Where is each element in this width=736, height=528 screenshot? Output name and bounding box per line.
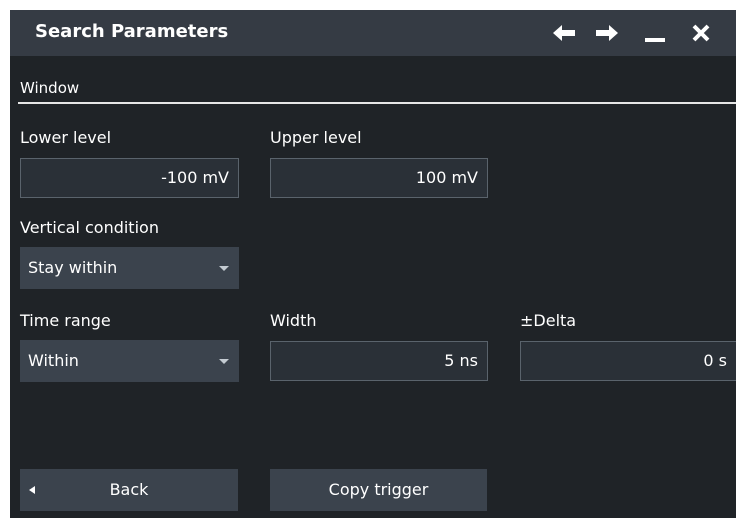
section-window-label: Window: [20, 79, 80, 97]
width-label: Width: [270, 311, 317, 330]
delta-input[interactable]: 0 s: [520, 341, 736, 381]
width-input[interactable]: 5 ns: [270, 341, 488, 381]
dialog-title: Search Parameters: [35, 21, 229, 42]
delta-label: ±Delta: [520, 311, 577, 330]
section-divider: [18, 102, 736, 104]
back-button-label: Back: [109, 480, 149, 499]
upper-level-input[interactable]: 100 mV: [270, 158, 488, 198]
arrow-left-icon: [553, 25, 575, 41]
minimize-button[interactable]: [640, 18, 670, 48]
close-icon: [692, 24, 710, 42]
chevron-down-icon: [219, 266, 229, 271]
copy-trigger-button-label: Copy trigger: [328, 480, 429, 499]
lower-level-label: Lower level: [20, 128, 112, 147]
lower-level-input[interactable]: -100 mV: [20, 158, 239, 198]
time-range-label: Time range: [20, 311, 111, 330]
vertical-condition-label: Vertical condition: [20, 218, 159, 237]
forward-arrow-button[interactable]: [592, 18, 622, 48]
copy-trigger-button[interactable]: Copy trigger: [270, 469, 487, 511]
search-parameters-dialog: Search Parameters Window Lower level -10…: [10, 10, 736, 518]
title-bar: Search Parameters: [10, 10, 736, 56]
close-button[interactable]: [686, 18, 716, 48]
time-range-value: Within: [28, 351, 79, 370]
time-range-select[interactable]: Within: [20, 340, 239, 382]
back-button[interactable]: Back: [20, 469, 238, 511]
triangle-left-icon: [29, 486, 35, 494]
back-arrow-button[interactable]: [549, 18, 579, 48]
upper-level-label: Upper level: [270, 128, 362, 147]
vertical-condition-select[interactable]: Stay within: [20, 247, 239, 289]
chevron-down-icon: [219, 359, 229, 364]
vertical-condition-value: Stay within: [28, 258, 118, 277]
minimize-icon: [645, 38, 665, 42]
arrow-right-icon: [596, 25, 618, 41]
